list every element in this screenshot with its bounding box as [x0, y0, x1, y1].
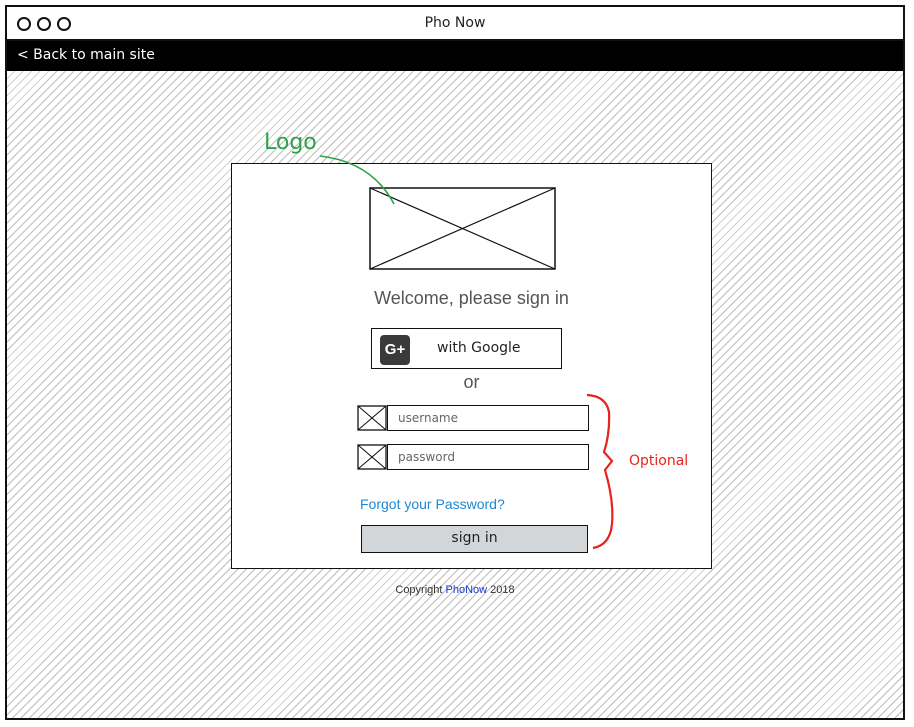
username-input[interactable]: username: [387, 405, 589, 431]
signin-button[interactable]: sign in: [361, 525, 588, 553]
logo-placeholder-icon: [369, 187, 556, 270]
login-card: Welcome, please sign in G+ with Google o…: [231, 163, 712, 569]
forgot-password-link[interactable]: Forgot your Password?: [360, 496, 505, 512]
browser-window: Pho Now < Back to main site Welcome, ple…: [5, 5, 905, 720]
title-bar: Pho Now: [7, 7, 903, 41]
top-nav-bar: < Back to main site: [7, 41, 903, 71]
google-signin-label: with Google: [437, 340, 521, 356]
password-input[interactable]: password: [387, 444, 589, 470]
brand-link[interactable]: PhoNow: [446, 584, 488, 596]
window-title: Pho Now: [424, 15, 486, 31]
google-plus-icon: G+: [380, 335, 410, 365]
copyright-year: 2018: [487, 584, 515, 596]
password-icon: [357, 444, 387, 470]
copyright-prefix: Copyright: [395, 584, 446, 596]
logo-annotation: Logo: [264, 130, 317, 155]
optional-annotation: Optional: [629, 453, 689, 469]
or-separator: or: [463, 372, 480, 392]
google-signin-button[interactable]: G+ with Google: [371, 328, 562, 369]
copyright-footer: Copyright PhoNow 2018: [7, 584, 903, 596]
username-icon: [357, 405, 387, 431]
back-to-main-site-link[interactable]: < Back to main site: [17, 47, 155, 63]
welcome-heading: Welcome, please sign in: [374, 288, 569, 308]
